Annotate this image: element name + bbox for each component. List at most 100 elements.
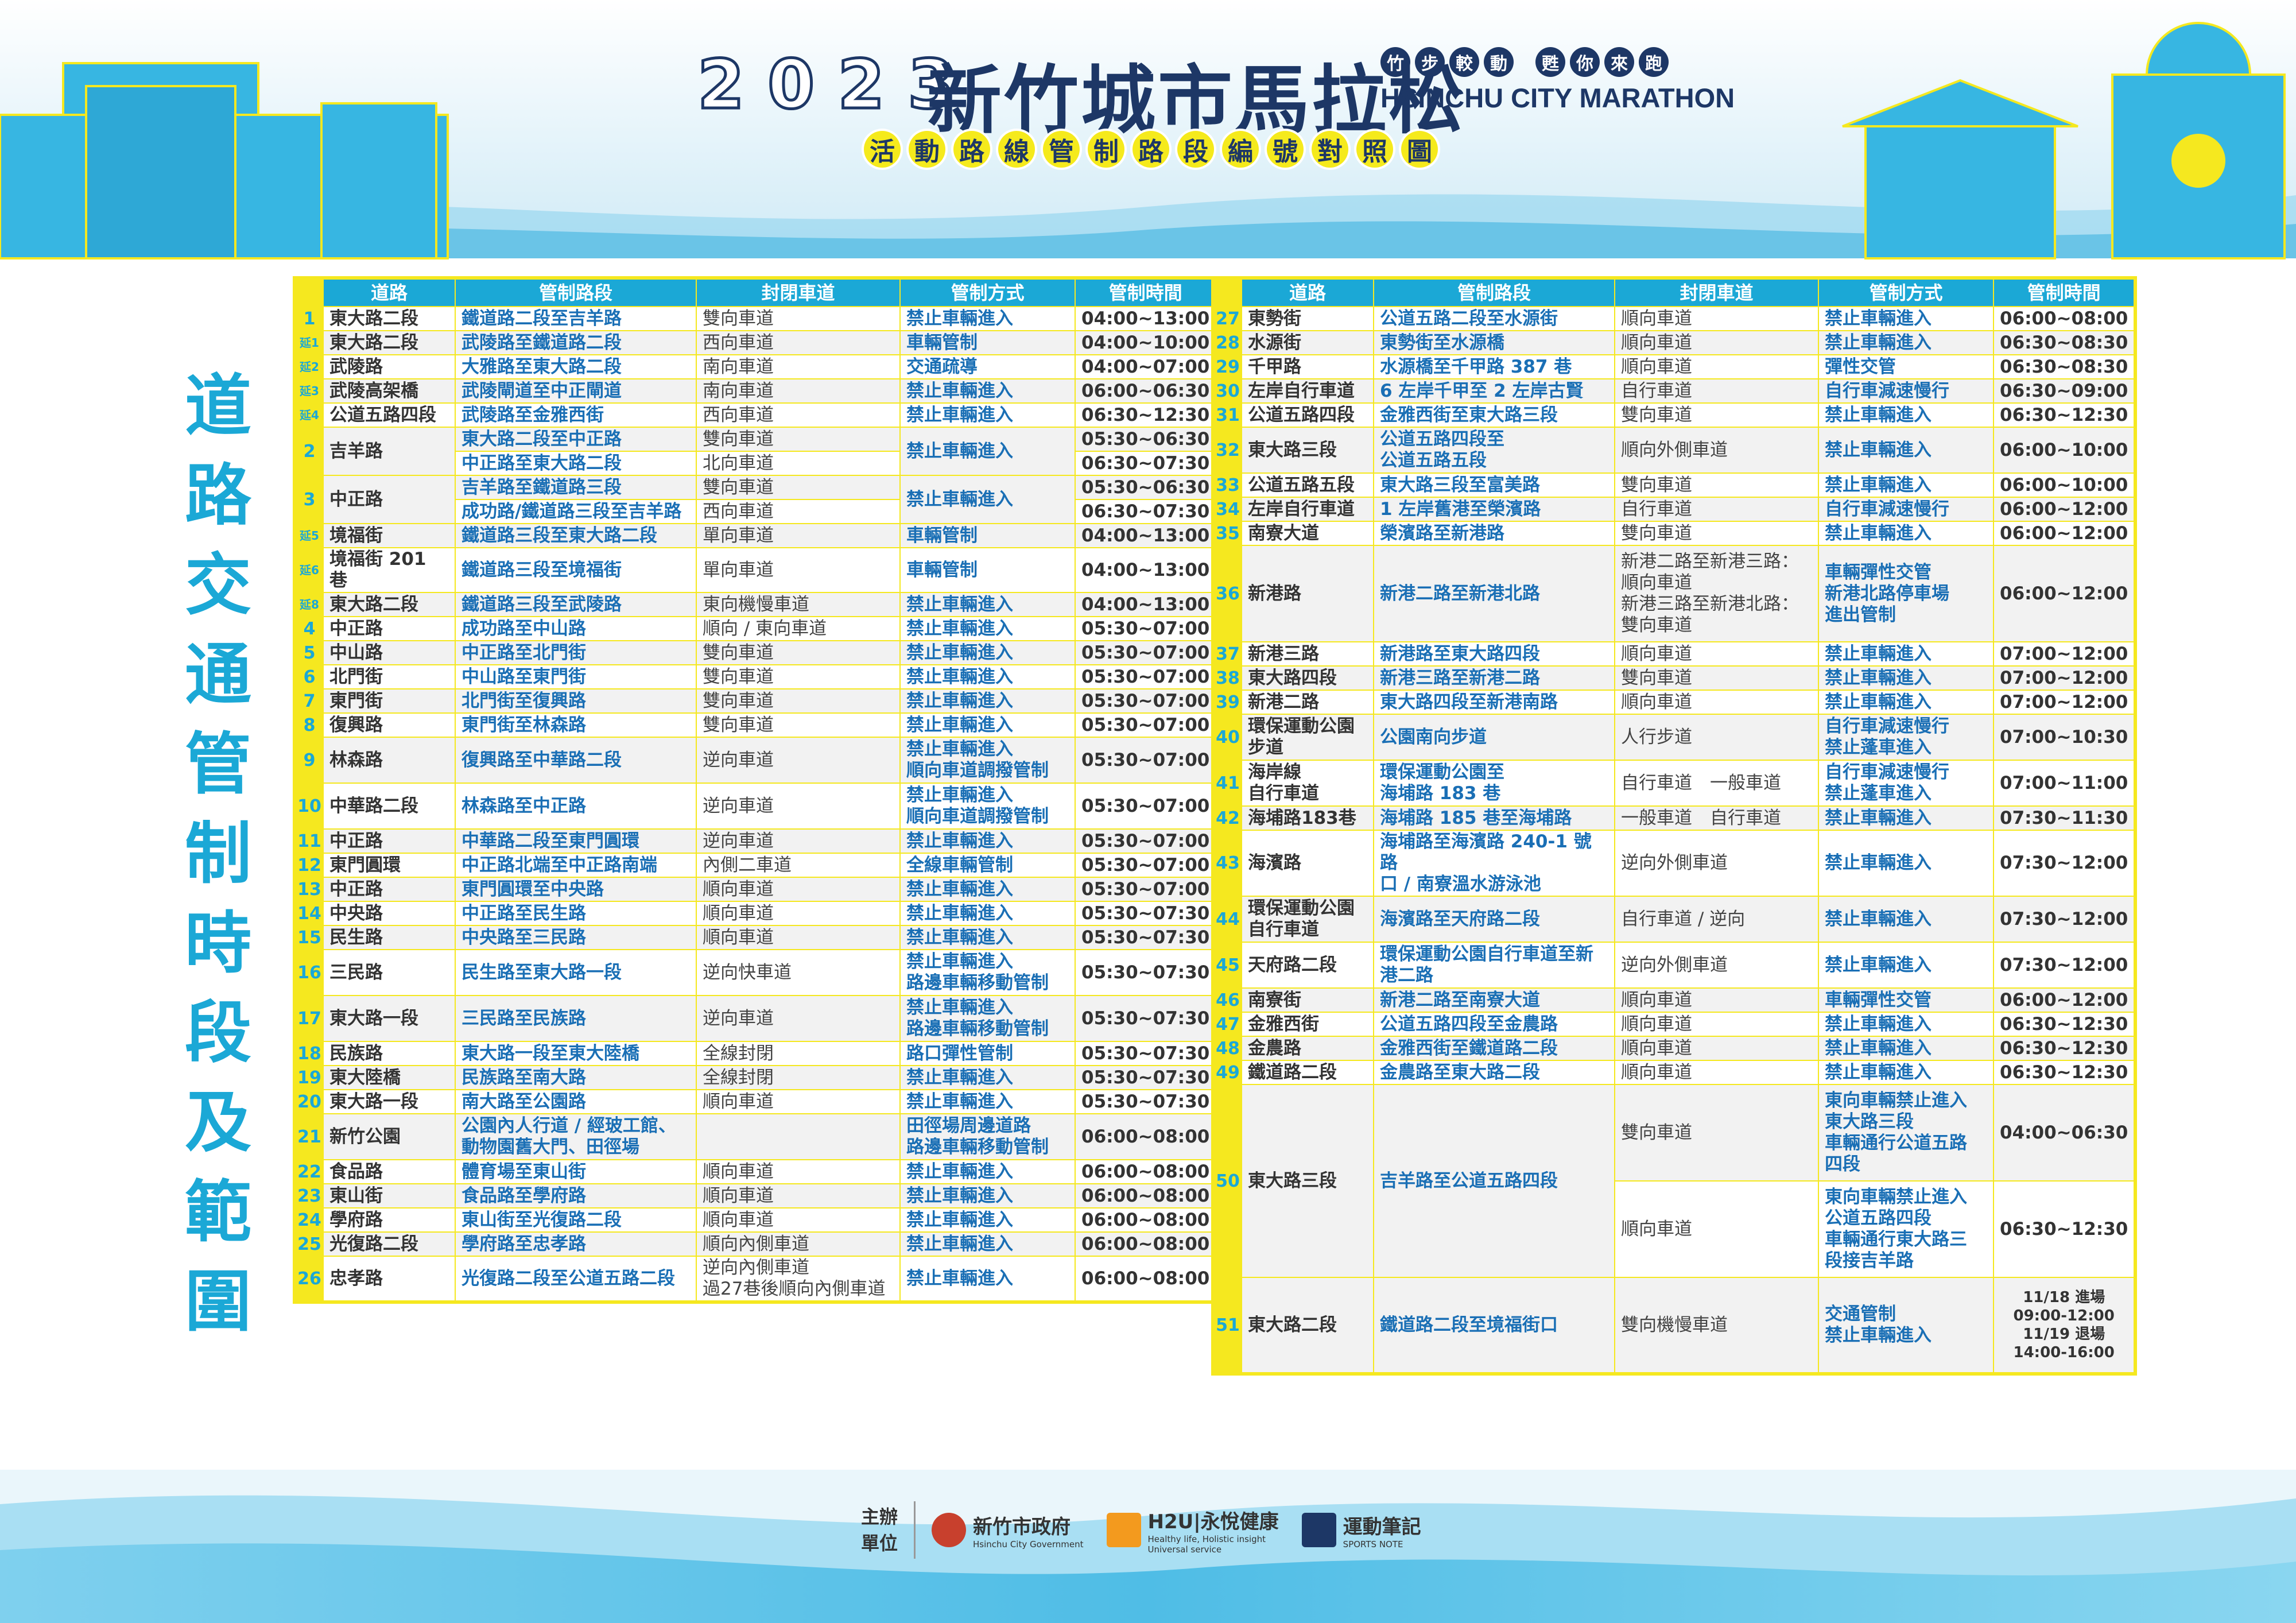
control-mode: 禁止車輛進入	[899, 616, 1076, 641]
closed-lane: 順向 / 東向車道	[696, 616, 901, 641]
organizer-logo: 新竹市政府 Hsinchu City Government	[932, 1511, 1084, 1550]
closed-lane: 雙向車道	[1614, 665, 1819, 691]
closed-lane: 雙向車道	[1614, 521, 1819, 546]
control-time: 05:30~07:30	[1074, 995, 1218, 1042]
event-title-en: HSINCHU CITY MARATHON	[1380, 83, 1735, 113]
closed-lane: 順向車道	[696, 901, 901, 926]
control-time: 05:30~07:00	[1074, 783, 1218, 830]
road-name: 公道五路四段	[1241, 402, 1374, 428]
control-time: 05:30~07:30	[1074, 1065, 1218, 1090]
road-name: 吉羊路	[323, 427, 456, 476]
row-number: 3	[294, 475, 324, 524]
organizer-label: 主辦 單位	[861, 1504, 898, 1556]
control-mode: 禁止車輛進入	[899, 475, 1076, 524]
closed-lane: 順向車道	[696, 1159, 901, 1184]
control-mode: 禁止車輛進入	[1818, 942, 1994, 989]
control-section: 東大路四段至新港南路	[1373, 690, 1615, 715]
row-number: 11	[294, 828, 324, 854]
table-row: 延3 武陵高架橋 武陵閘道至中正閘道 南向車道 禁止車輛進入 06:00~06:30	[294, 378, 1218, 404]
control-section: 中正路至民生路	[455, 901, 697, 926]
control-mode: 自行車減速慢行 禁止蓬車進入	[1818, 714, 1994, 761]
row-number: 6	[294, 664, 324, 690]
control-section: 北門街至復興路	[455, 688, 697, 714]
road-name: 武陵路	[323, 354, 456, 379]
row-number: 延4	[294, 402, 324, 428]
table-row: 13 中正路 東門圓環至中央路 順向車道 禁止車輛進入 05:30~07:00	[294, 877, 1218, 902]
closed-lane: 自行車道	[1614, 378, 1819, 404]
control-mode: 自行車減速慢行 禁止蓬車進入	[1818, 760, 1994, 807]
road-name: 環保運動公園 步道	[1241, 714, 1374, 761]
column-header: 封閉車道	[1614, 277, 1819, 307]
road-name: 境福街 201 巷	[323, 547, 456, 593]
control-mode: 禁止車輛進入	[1818, 1036, 1994, 1061]
organizer-logo-icon	[932, 1513, 967, 1547]
control-mode: 禁止車輛進入	[1818, 641, 1994, 667]
closed-lane	[696, 1113, 901, 1160]
road-name: 千甲路	[1241, 354, 1374, 379]
closed-lane: 順向車道	[1614, 1180, 1819, 1278]
control-section: 南大路至公園路	[455, 1089, 697, 1114]
side-title-char: 範	[185, 1173, 251, 1251]
road-name: 環保運動公園 自行車道	[1241, 896, 1374, 943]
subtitle-char: 活	[864, 131, 901, 168]
closed-lane: 西向車道	[696, 402, 901, 428]
closed-lane: 順向車道	[1614, 306, 1819, 331]
row-number: 20	[294, 1089, 324, 1114]
row-number: 9	[294, 737, 324, 784]
row-number: 25	[294, 1231, 324, 1257]
row-number: 46	[1212, 987, 1242, 1013]
closed-lane: 雙向車道	[696, 306, 901, 331]
control-section: 鐵道路二段至境福街口	[1373, 1277, 1615, 1374]
table-row: 43 海濱路 海埔路至海濱路 240-1 號路口 / 南寮溫水游泳池 逆向外側車道 禁止…	[1212, 830, 2136, 897]
closed-lane: 內側二車道	[696, 853, 901, 878]
table-row: 46 南寮街 新港二路至南寮大道 順向車道 車輛彈性交管 06:00~12:00	[1212, 987, 2136, 1013]
side-title-char: 路	[185, 457, 251, 534]
road-name: 民生路	[323, 925, 456, 950]
road-name: 東大路二段	[323, 306, 456, 331]
table-header-row: 道路 管制路段 封閉車道 管制方式 管制時間	[1212, 277, 2136, 307]
road-name: 新港二路	[1241, 690, 1374, 715]
control-time: 06:30~12:30	[1074, 402, 1218, 428]
row-number: 14	[294, 901, 324, 926]
control-time: 06:30~12:30	[1992, 1012, 2136, 1037]
row-number: 24	[294, 1207, 324, 1233]
row-number: 47	[1212, 1012, 1242, 1037]
closed-lane: 自行車道	[1614, 497, 1819, 522]
table-row: 5 中山路 中正路至北門街 雙向車道 禁止車輛進入 05:30~07:00	[294, 640, 1218, 665]
control-time: 05:30~07:30	[1074, 1089, 1218, 1114]
control-time: 07:30~12:00	[1992, 942, 2136, 989]
control-section: 新港二路至南寮大道	[1373, 987, 1615, 1013]
control-section: 食品路至學府路	[455, 1183, 697, 1208]
closed-lane: 全線封閉	[696, 1041, 901, 1066]
road-name: 光復路二段	[323, 1231, 456, 1257]
side-title-char: 時	[185, 905, 251, 982]
side-title-char: 通	[185, 636, 251, 714]
control-section: 金雅西街至鐵道路二段	[1373, 1036, 1615, 1061]
side-title-char: 段	[185, 994, 251, 1072]
control-mode: 禁止車輛進入	[899, 664, 1076, 690]
closed-lane: 順向車道	[1614, 330, 1819, 355]
row-number: 17	[294, 995, 324, 1042]
closed-lane: 順向車道	[1614, 1036, 1819, 1061]
closed-lane: 雙向車道	[1614, 402, 1819, 428]
closed-lane: 人行步道	[1614, 714, 1819, 761]
control-mode: 禁止車輛進入	[899, 1207, 1076, 1233]
row-number: 7	[294, 688, 324, 714]
column-header	[294, 277, 324, 307]
row-number: 延5	[294, 523, 324, 548]
row-number: 延3	[294, 378, 324, 404]
closed-lane: 西向車道	[696, 330, 901, 355]
control-time: 05:30~07:00	[1074, 712, 1218, 738]
side-title-char: 管	[185, 726, 251, 803]
row-number: 29	[1212, 354, 1242, 379]
closed-lane: 逆向車道	[696, 737, 901, 784]
control-mode: 車輛彈性交管 新港北路停車場 進出管制	[1818, 545, 1994, 642]
control-section: 東大路三段至富美路	[1373, 472, 1615, 498]
control-time: 07:00~11:00	[1992, 760, 2136, 807]
control-mode: 禁止車輛進入	[1818, 330, 1994, 355]
control-section: 鐵道路三段至武陵路	[455, 592, 697, 617]
table-row: 44 環保運動公園 自行車道 海濱路至天府路二段 自行車道 / 逆向 禁止車輛進入 07:3…	[1212, 896, 2136, 943]
table-row: 25 光復路二段 學府路至忠孝路 順向內側車道 禁止車輛進入 06:00~08:00	[294, 1231, 1218, 1257]
control-mode: 自行車減速慢行	[1818, 378, 1994, 404]
control-section: 鐵道路三段至東大路二段	[455, 523, 697, 548]
